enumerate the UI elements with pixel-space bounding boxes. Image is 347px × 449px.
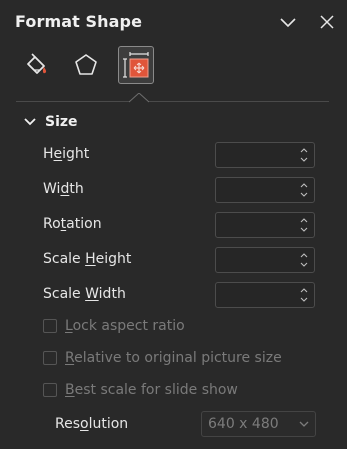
height-spinner[interactable] (215, 142, 315, 168)
close-icon (320, 15, 334, 29)
up-down-arrows-icon (300, 148, 308, 162)
spinner-arrows[interactable] (299, 215, 309, 235)
rotation-spinner[interactable] (215, 212, 315, 238)
paint-bucket-icon (27, 53, 47, 74)
tab-effects[interactable] (68, 46, 104, 84)
close-pane-button[interactable] (317, 12, 337, 32)
tab-size-properties[interactable] (118, 46, 154, 84)
up-down-arrows-icon (300, 288, 308, 302)
resolution-dropdown[interactable]: 640 x 480 (201, 411, 316, 437)
width-spinner[interactable] (215, 177, 315, 203)
pane-title: Format Shape (15, 12, 143, 31)
spinner-arrows[interactable] (299, 145, 309, 165)
pentagon-icon (75, 54, 97, 75)
up-down-arrows-icon (300, 183, 308, 197)
lock-aspect-ratio-option[interactable]: Lock aspect ratio (43, 318, 185, 334)
selected-tab-notch (129, 93, 149, 103)
chevron-down-icon (299, 421, 309, 427)
relative-to-original-checkbox[interactable] (43, 351, 57, 365)
spinner-arrows[interactable] (299, 250, 309, 270)
size-properties-icon (123, 52, 149, 78)
chevron-down-icon (280, 18, 296, 28)
up-down-arrows-icon (300, 253, 308, 267)
lock-aspect-ratio-label: Lock aspect ratio (65, 318, 185, 334)
height-label: Height (43, 146, 90, 162)
up-down-arrows-icon (300, 218, 308, 232)
relative-to-original-option[interactable]: Relative to original picture size (43, 350, 282, 366)
tab-fill-line[interactable] (18, 46, 54, 84)
tab-divider (16, 101, 329, 102)
best-scale-checkbox[interactable] (43, 383, 57, 397)
scale-width-spinner[interactable] (215, 282, 315, 308)
best-scale-option[interactable]: Best scale for slide show (43, 382, 238, 398)
relative-to-original-label: Relative to original picture size (65, 350, 282, 366)
spinner-arrows[interactable] (299, 180, 309, 200)
chevron-down-icon (24, 118, 36, 126)
scale-height-spinner[interactable] (215, 247, 315, 273)
pane-options-button[interactable] (278, 12, 298, 32)
scale-height-label: Scale Height (43, 251, 132, 267)
size-section-label: Size (45, 114, 78, 130)
resolution-label: Resolution (55, 416, 129, 432)
best-scale-label: Best scale for slide show (65, 382, 238, 398)
resolution-value: 640 x 480 (208, 416, 279, 432)
spinner-arrows[interactable] (299, 285, 309, 305)
scale-width-label: Scale Width (43, 286, 126, 302)
size-section-header[interactable]: Size (24, 114, 78, 130)
width-label: Width (43, 181, 84, 197)
lock-aspect-ratio-checkbox[interactable] (43, 319, 57, 333)
rotation-label: Rotation (43, 216, 102, 232)
format-shape-pane: Format Shape Size Height Width Rotation … (0, 0, 347, 449)
